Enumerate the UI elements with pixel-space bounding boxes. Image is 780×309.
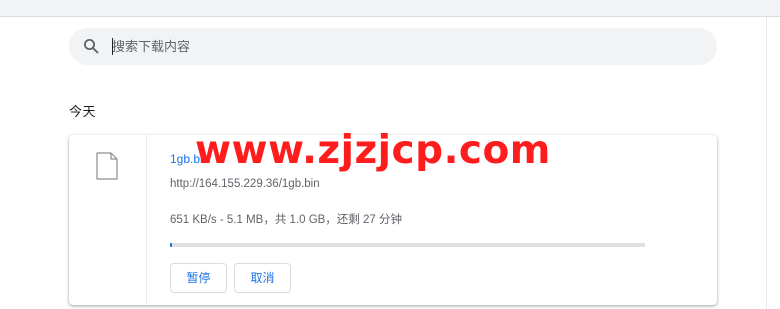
scroll-edge [766,17,767,309]
search-input[interactable] [112,28,702,65]
date-section-heading: 今天 [69,104,97,119]
card-divider [146,135,147,305]
progress-bar-fill [170,243,173,247]
search-bar[interactable] [69,28,717,65]
progress-bar [170,243,645,247]
toolbar-strip [0,0,780,17]
source-url: http://164.155.229.36/1gb.bin [170,178,320,190]
file-icon [96,152,118,180]
search-icon [84,39,99,54]
progress-status: 651 KB/s - 5.1 MB，共 1.0 GB，还剩 27 分钟 [170,214,402,226]
cancel-button[interactable]: 取消 [234,263,291,293]
pause-button[interactable]: 暂停 [170,263,227,293]
text-caret [112,38,113,55]
watermark-text: www.zjzjcp.com [195,128,551,173]
